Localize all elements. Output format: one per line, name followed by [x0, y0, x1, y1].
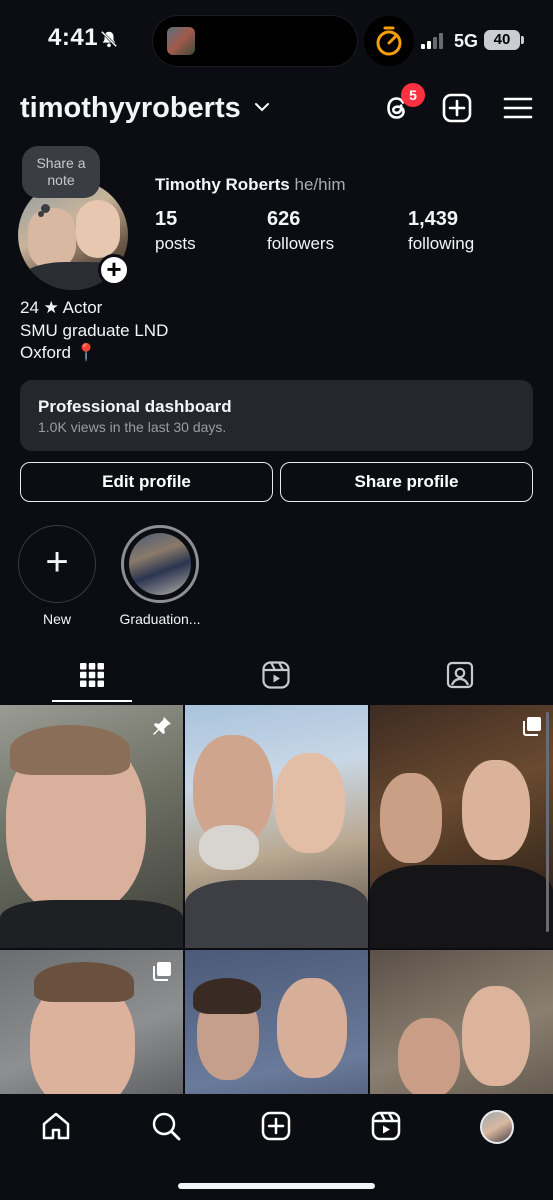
chevron-down-icon[interactable] [254, 101, 270, 113]
followers-label[interactable]: followers [267, 234, 334, 254]
pronouns: he/him [294, 175, 346, 194]
tagged-icon[interactable] [445, 660, 475, 690]
post-image-clothes [370, 865, 553, 948]
post-image [462, 760, 530, 860]
profile-name: Timothy Roberts he/him [155, 175, 346, 195]
post-image-hair [10, 725, 130, 775]
edit-profile-button[interactable]: Edit profile [20, 462, 273, 502]
add-story-button[interactable]: + [98, 254, 130, 286]
posts-label[interactable]: posts [155, 234, 196, 254]
username-switcher[interactable]: timothyyroberts [20, 92, 241, 125]
bio-line: Oxford 📍 [20, 343, 97, 362]
plus-icon: + [45, 540, 69, 584]
dashboard-subtitle: 1.0K views in the last 30 days. [38, 419, 227, 435]
post-image [462, 986, 530, 1086]
menu-icon[interactable] [502, 92, 534, 124]
avatar-face-left [28, 208, 76, 270]
post-tile[interactable] [0, 705, 183, 948]
post-tile[interactable] [370, 705, 553, 948]
status-time: 4:41 [48, 24, 99, 51]
posts-count[interactable]: 15 [155, 208, 177, 231]
home-indicator[interactable] [178, 1183, 375, 1189]
post-image-clothes [185, 880, 368, 948]
network-type: 5G [454, 31, 479, 51]
create-icon[interactable] [260, 1110, 292, 1142]
now-playing-thumbnail [167, 27, 195, 55]
highlight-label-new: New [42, 611, 71, 627]
post-image [275, 753, 345, 853]
carousel-icon [153, 962, 171, 981]
carousel-icon [523, 717, 541, 736]
highlight-graduation[interactable] [121, 525, 199, 603]
battery-level: 40 [484, 30, 520, 50]
bio-line: 24 ★ Actor [20, 298, 103, 317]
bio-line: SMU graduate LND [20, 321, 169, 340]
highlight-label-graduation: Graduation... [119, 611, 201, 627]
threads-notification-badge: 5 [401, 83, 425, 107]
post-image-hair [193, 978, 261, 1014]
timer-icon [376, 26, 402, 56]
highlight-cover-image [129, 533, 191, 595]
grid-icon[interactable] [77, 660, 107, 690]
create-post-icon[interactable] [441, 92, 473, 124]
following-label[interactable]: following [408, 234, 474, 254]
signal-icon [421, 33, 447, 49]
post-image-hair [34, 962, 134, 1002]
post-image-beard [199, 825, 259, 870]
home-icon[interactable] [40, 1110, 72, 1142]
dashboard-title: Professional dashboard [38, 397, 232, 416]
post-image [398, 1018, 460, 1098]
note-bubble-tail-small [38, 211, 44, 217]
scrollbar[interactable] [546, 712, 549, 932]
post-tile[interactable] [185, 705, 368, 948]
reels-nav-icon[interactable] [370, 1110, 402, 1142]
post-image [380, 773, 442, 863]
avatar-face-right [76, 200, 120, 258]
pin-icon [153, 717, 171, 735]
full-name: Timothy Roberts [155, 175, 290, 194]
followers-count[interactable]: 626 [267, 208, 300, 231]
profile-nav-avatar[interactable] [480, 1110, 514, 1144]
timer-activity[interactable] [364, 16, 414, 66]
reels-icon[interactable] [261, 660, 291, 690]
silent-bell-icon [100, 30, 118, 48]
battery-tip [521, 36, 524, 44]
note-line-1: Share a [36, 155, 86, 171]
search-icon[interactable] [150, 1110, 182, 1142]
note-line-2: note [47, 172, 75, 188]
post-image-jacket [0, 900, 183, 948]
active-tab-indicator [52, 700, 132, 702]
following-count[interactable]: 1,439 [408, 208, 458, 231]
share-profile-button[interactable]: Share profile [280, 462, 533, 502]
share-note-bubble[interactable]: Share a note [22, 146, 100, 198]
post-image [277, 978, 347, 1078]
